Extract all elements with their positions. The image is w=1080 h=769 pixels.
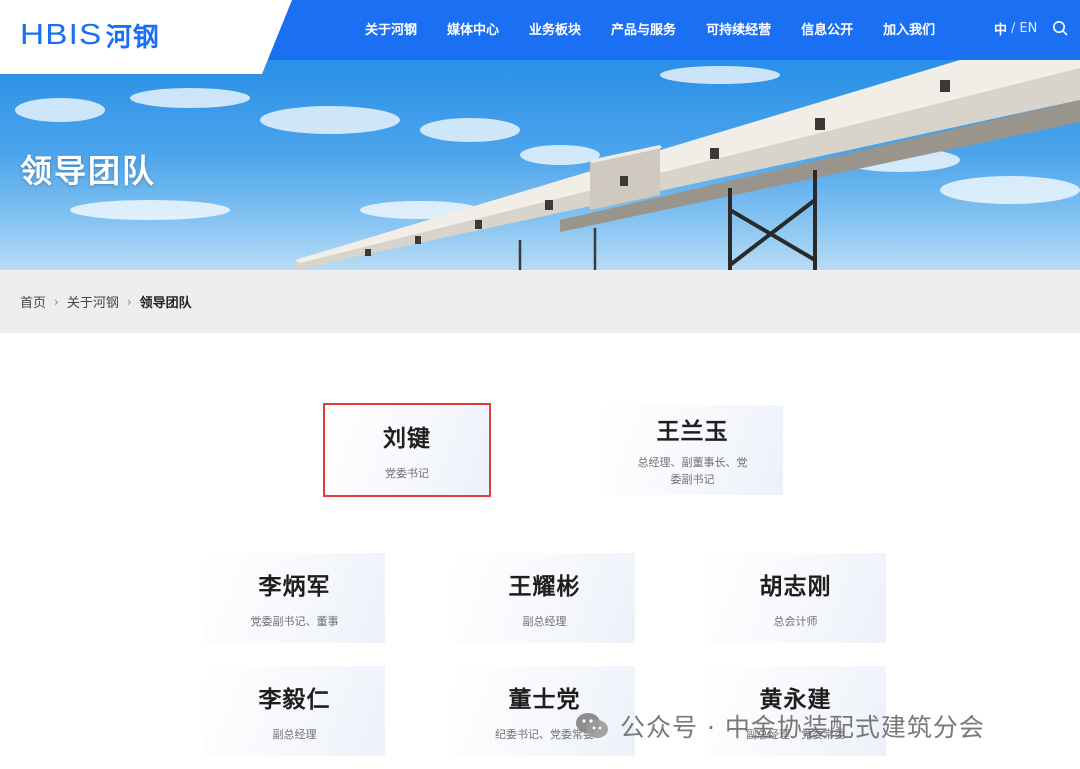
leader-card-liu-jian[interactable]: 刘键 党委书记: [323, 403, 491, 497]
leader-card-wang-lanyu[interactable]: 王兰玉 总经理、副董事长、党委副书记: [602, 405, 783, 495]
chevron-right-icon: ›: [54, 294, 59, 309]
leader-name: 李炳军: [258, 573, 331, 600]
leader-title: 副总经理: [272, 727, 317, 741]
nav-item-disclosure[interactable]: 信息公开: [801, 19, 853, 38]
wechat-icon: [576, 713, 608, 738]
chevron-right-icon: ›: [126, 294, 132, 309]
nav-item-products[interactable]: 产品与服务: [611, 19, 676, 38]
leader-name: 李毅仁: [258, 686, 331, 713]
leader-title: 党委书记: [385, 466, 429, 480]
leader-card-hu-zhigang[interactable]: 胡志刚 总会计师: [705, 553, 886, 643]
leader-name: 王耀彬: [508, 573, 581, 600]
breadcrumb-about[interactable]: 关于河钢: [67, 292, 119, 311]
nav-item-business[interactable]: 业务板块: [529, 19, 581, 38]
breadcrumb-current: 领导团队: [139, 296, 192, 311]
leader-name: 王兰玉: [656, 419, 729, 445]
leader-name: 胡志刚: [759, 573, 832, 600]
lang-cn-option[interactable]: 中: [994, 19, 1007, 38]
leader-card-li-bingjun[interactable]: 李炳军 党委副书记、董事: [204, 553, 385, 643]
leader-title: 党委副书记、董事: [250, 614, 339, 628]
lang-separator: /: [1011, 20, 1016, 36]
search-icon[interactable]: [1052, 20, 1068, 36]
nav-item-join[interactable]: 加入我们: [883, 19, 935, 38]
breadcrumb: 首页 › 关于河钢 › 领导团队: [20, 270, 192, 333]
wechat-watermark: 公众号 · 中金协装配式建筑分会: [574, 706, 985, 746]
page-title: 领导团队: [20, 152, 157, 190]
banner-conveyor-illustration: [15, 60, 1080, 270]
nav-item-about[interactable]: 关于河钢: [365, 19, 417, 38]
page-banner: 领导团队: [0, 60, 1080, 270]
watermark-text: 公众号 · 中金协装配式建筑分会: [620, 713, 985, 742]
nav-item-media[interactable]: 媒体中心: [447, 19, 499, 38]
leader-card-li-yiren[interactable]: 李毅仁 副总经理: [204, 666, 385, 756]
site-header: HBIS 河钢 关于河钢 媒体中心 业务板块 产品与服务 可持续经营 信息公开 …: [0, 0, 1080, 74]
logo-cn-text: 河钢: [105, 22, 160, 53]
leader-name: 刘键: [383, 425, 431, 452]
logo-latin-text: HBIS: [20, 18, 103, 51]
leader-title: 副总经理: [522, 614, 567, 628]
breadcrumb-home[interactable]: 首页: [20, 292, 46, 311]
nav-item-sustainability[interactable]: 可持续经营: [706, 19, 771, 38]
main-nav: 关于河钢 媒体中心 业务板块 产品与服务 可持续经营 信息公开 加入我们: [350, 0, 950, 56]
leader-name: 董士党: [508, 686, 581, 713]
lang-en-option[interactable]: EN: [1019, 21, 1037, 36]
leader-title: 总会计师: [773, 614, 818, 628]
leader-title: 总经理、副董事长、党委副书记: [637, 456, 748, 486]
leader-card-wang-yaobin[interactable]: 王耀彬 副总经理: [454, 553, 635, 643]
language-switch: 中 / EN: [994, 0, 1037, 56]
hbis-logo[interactable]: HBIS 河钢: [20, 18, 160, 53]
breadcrumb-bar: 首页 › 关于河钢 › 领导团队: [0, 270, 1080, 333]
